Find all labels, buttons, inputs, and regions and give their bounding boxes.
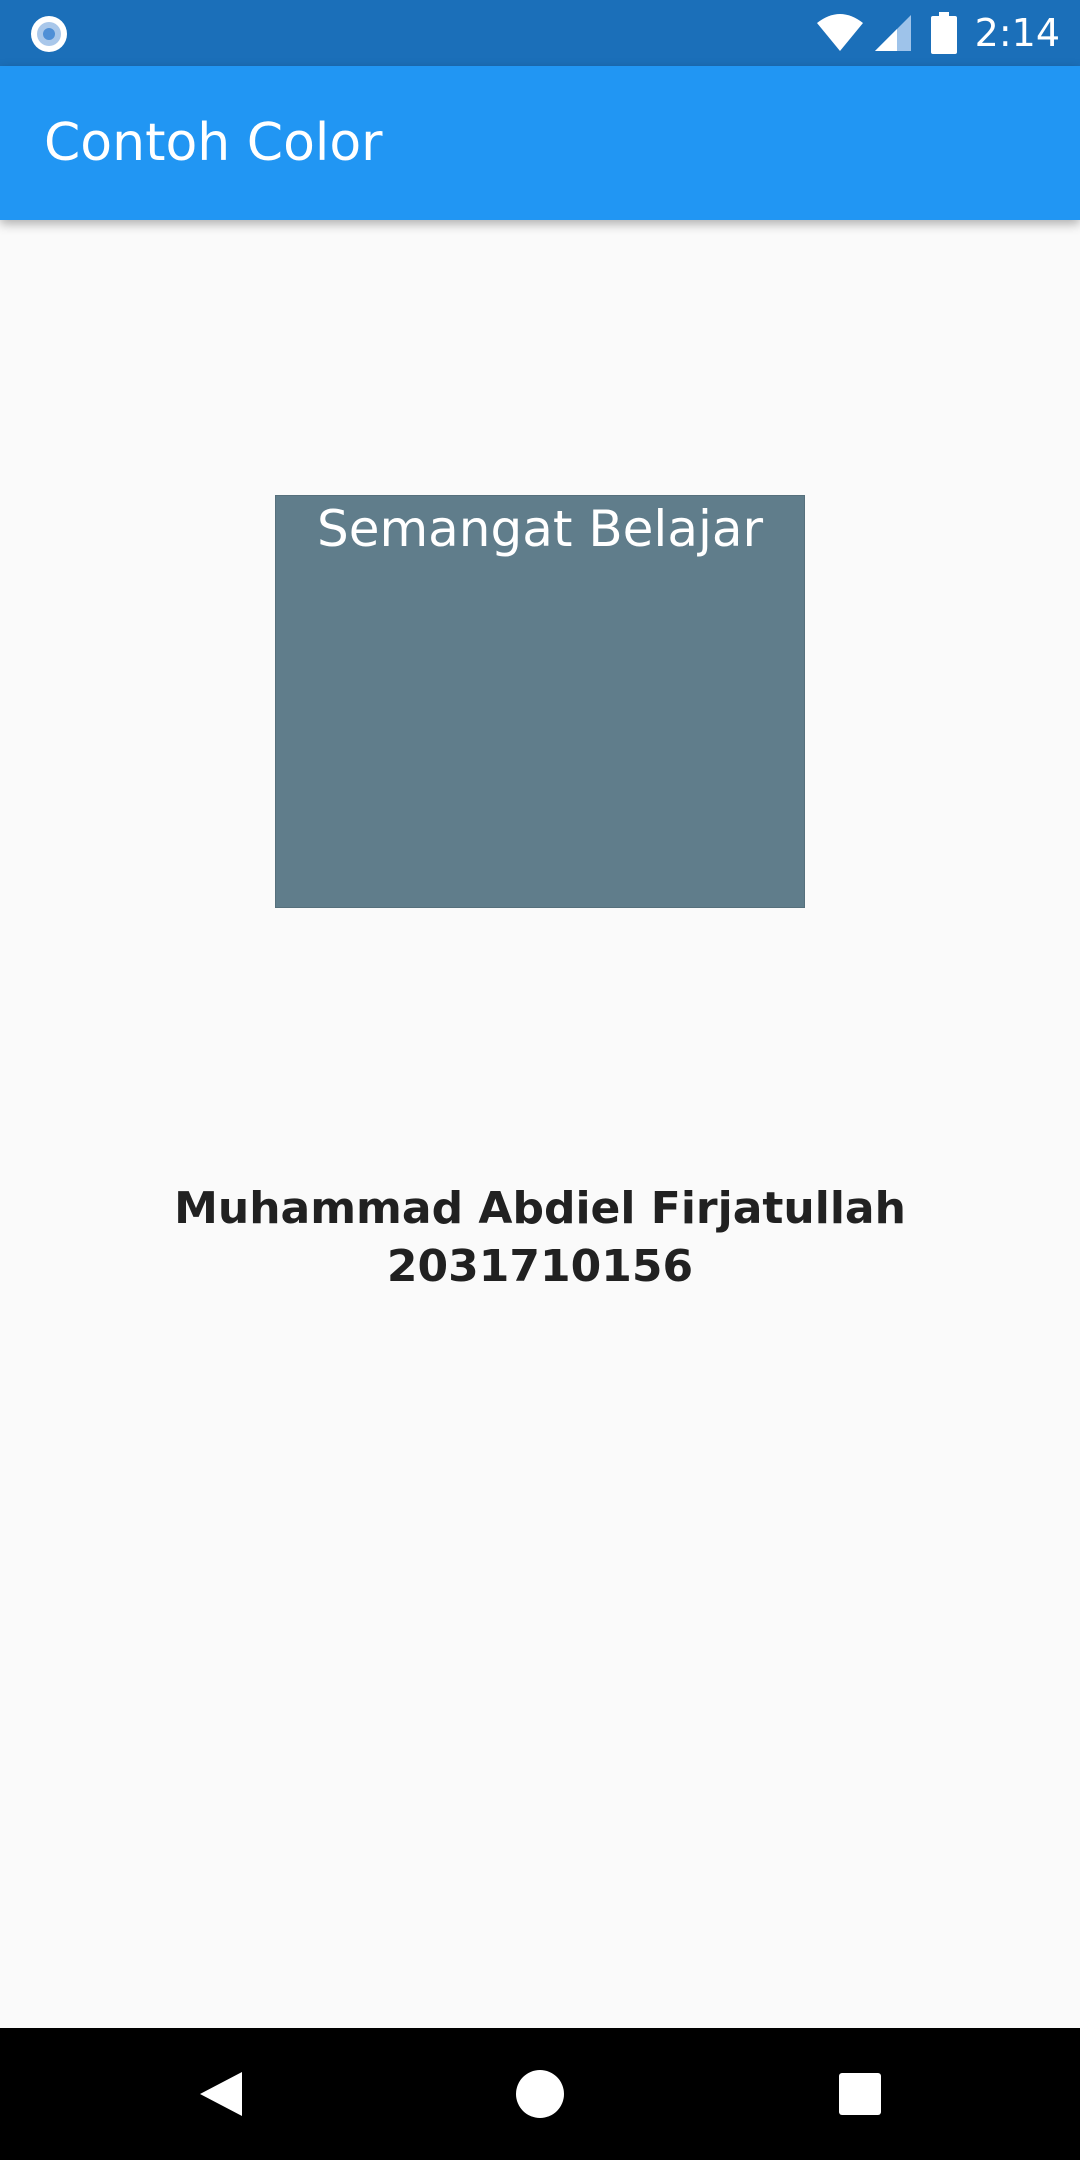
- back-icon: [200, 2072, 242, 2116]
- status-icons: 2:14: [815, 0, 1060, 66]
- status-clock: 2:14: [974, 11, 1060, 55]
- color-box: Semangat Belajar: [275, 495, 805, 908]
- status-bar: 2:14: [0, 0, 1080, 66]
- signal-icon: [874, 15, 911, 51]
- home-button[interactable]: [474, 2028, 606, 2160]
- app-bar: Contoh Color: [0, 66, 1080, 220]
- battery-icon: [930, 12, 957, 54]
- app-notification-icon: [31, 16, 67, 52]
- back-button[interactable]: [154, 2028, 286, 2160]
- student-id: 2031710156: [386, 1241, 694, 1292]
- app-title: Contoh Color: [44, 113, 383, 173]
- navigation-bar: [0, 2028, 1080, 2160]
- home-icon: [516, 2070, 564, 2118]
- identity-text: Muhammad Abdiel Firjatullah 2031710156: [0, 1180, 1080, 1296]
- recents-icon: [839, 2073, 881, 2115]
- recents-button[interactable]: [794, 2028, 926, 2160]
- wifi-icon: [816, 14, 863, 51]
- main-content: Semangat Belajar Muhammad Abdiel Firjatu…: [0, 220, 1080, 2028]
- color-box-text: Semangat Belajar: [316, 500, 764, 558]
- student-name: Muhammad Abdiel Firjatullah: [174, 1183, 906, 1234]
